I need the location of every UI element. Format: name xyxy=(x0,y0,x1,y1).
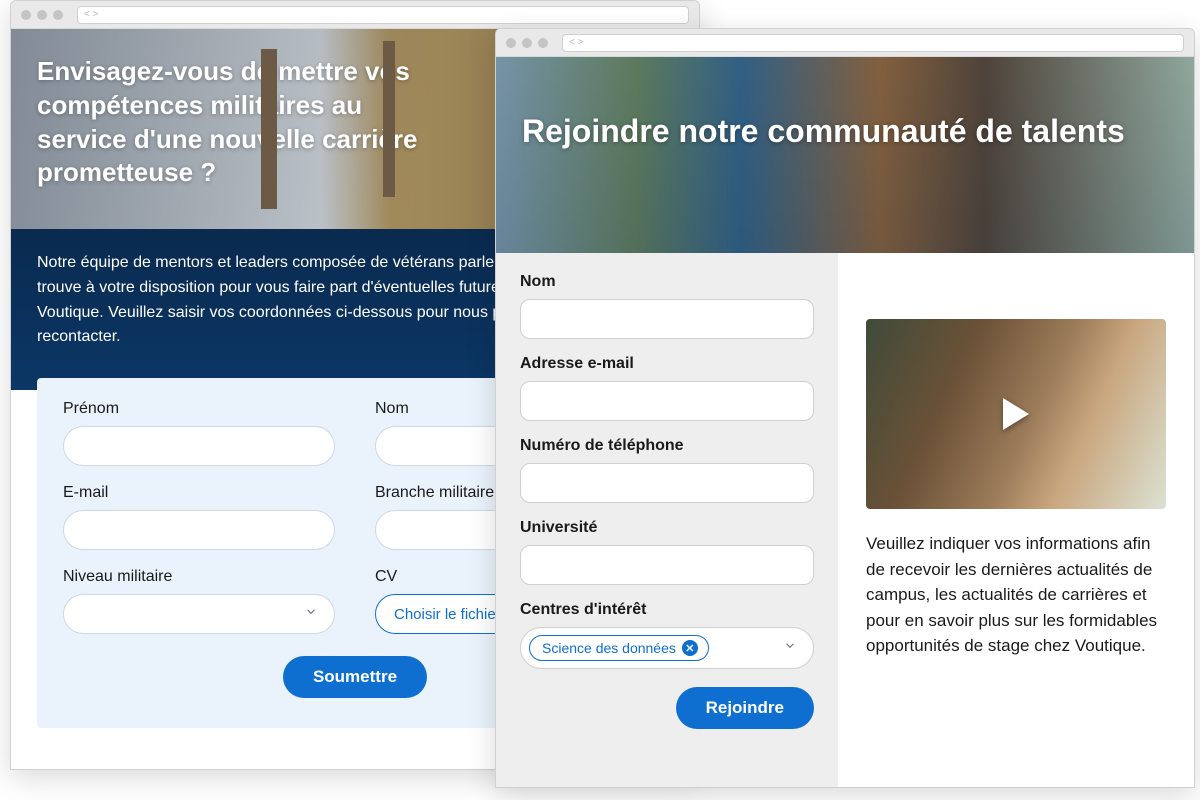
first-name-input[interactable] xyxy=(63,426,335,466)
window-dot xyxy=(53,10,63,20)
name-label: Nom xyxy=(520,273,814,291)
submit-button[interactable]: Soumettre xyxy=(283,656,427,698)
browser-topbar: < > xyxy=(11,1,699,29)
video-thumbnail[interactable] xyxy=(866,319,1166,509)
right-description: Veuillez indiquer vos informations afin … xyxy=(866,531,1166,659)
email-label: Adresse e-mail xyxy=(520,355,814,373)
window-dot xyxy=(21,10,31,20)
address-bar[interactable]: < > xyxy=(77,6,689,24)
browser-window-talent: < > Rejoindre notre communauté de talent… xyxy=(495,28,1195,788)
chip-label: Science des données xyxy=(542,640,676,656)
submit-label: Soumettre xyxy=(313,667,397,686)
hero-banner: Rejoindre notre communauté de talents xyxy=(496,57,1194,253)
window-dot xyxy=(538,38,548,48)
military-level-select[interactable] xyxy=(63,594,335,634)
browser-topbar: < > xyxy=(496,29,1194,57)
interests-multiselect[interactable]: Science des données ✕ xyxy=(520,627,814,669)
university-input[interactable] xyxy=(520,545,814,585)
email-input[interactable] xyxy=(63,510,335,550)
window-dot xyxy=(522,38,532,48)
phone-input[interactable] xyxy=(520,463,814,503)
window-dot xyxy=(506,38,516,48)
window-dot xyxy=(37,10,47,20)
first-name-label: Prénom xyxy=(63,400,335,418)
military-level-label: Niveau militaire xyxy=(63,568,335,586)
chevron-down-icon xyxy=(304,605,318,624)
play-icon xyxy=(1003,398,1029,430)
interests-label: Centres d'intérêt xyxy=(520,601,814,619)
join-button[interactable]: Rejoindre xyxy=(676,687,814,729)
chevron-down-icon xyxy=(783,639,797,658)
chip-remove-icon[interactable]: ✕ xyxy=(682,640,698,656)
email-label: E-mail xyxy=(63,484,335,502)
name-input[interactable] xyxy=(520,299,814,339)
talent-form: Nom Adresse e-mail Numéro de téléphone U… xyxy=(496,253,838,787)
interest-chip[interactable]: Science des données ✕ xyxy=(529,635,709,661)
hero-title: Rejoindre notre communauté de talents xyxy=(522,111,1134,151)
address-bar[interactable]: < > xyxy=(562,34,1184,52)
email-input[interactable] xyxy=(520,381,814,421)
hero-title: Envisagez-vous de mettre vos compétences… xyxy=(37,55,439,190)
right-panel: Veuillez indiquer vos informations afin … xyxy=(838,253,1194,787)
phone-label: Numéro de téléphone xyxy=(520,437,814,455)
join-label: Rejoindre xyxy=(706,698,784,717)
university-label: Université xyxy=(520,519,814,537)
choose-file-label: Choisir le fichier xyxy=(394,606,501,623)
